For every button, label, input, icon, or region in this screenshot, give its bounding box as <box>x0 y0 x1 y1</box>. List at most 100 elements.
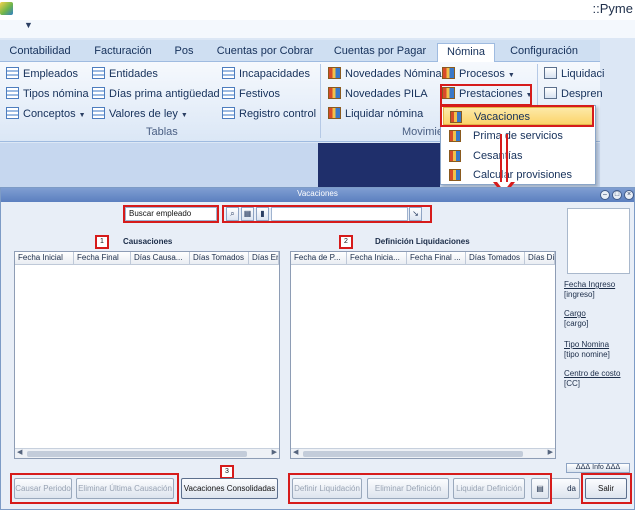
scroll-left-icon[interactable]: ◀ <box>17 448 22 456</box>
scroll-thumb[interactable] <box>303 451 523 457</box>
tab-pos[interactable]: Pos <box>170 43 198 62</box>
menu-item-vacaciones[interactable]: Vacaciones <box>443 107 593 125</box>
menu-item-vacaciones-label: Vacaciones <box>474 111 531 123</box>
scroll-right-icon[interactable]: ▶ <box>548 448 553 456</box>
ribbon-valores-de-ley-label: Valores de ley <box>109 108 178 120</box>
menu-item-cesantias-label: Cesantías <box>473 150 523 162</box>
search-employee-input[interactable] <box>271 207 408 221</box>
vacaciones-consolidadas-button[interactable]: Vacaciones Consolidadas <box>181 478 278 499</box>
select-arrow-icon[interactable]: ↘ <box>409 207 422 221</box>
book-icon <box>450 111 462 123</box>
tab-cuentas-por-pagar[interactable]: Cuentas por Pagar <box>330 43 430 62</box>
eliminar-ultima-causacion-button[interactable]: Eliminar Última Causación <box>76 478 174 499</box>
group-label-movimientos: Movimie <box>402 126 443 138</box>
printer-icon <box>544 67 557 79</box>
column-header[interactable]: Fecha de P... <box>291 252 347 265</box>
printer-icon <box>544 87 557 99</box>
causaciones-grid[interactable]: Fecha Inicial Fecha Final Días Causa... … <box>14 251 280 459</box>
salir-button[interactable]: Salir <box>585 478 627 499</box>
image-icon[interactable]: ▦ <box>241 207 254 221</box>
table-icon <box>92 107 105 119</box>
ribbon-novedades-nomina-button[interactable]: Novedades Nómina <box>328 66 442 83</box>
ribbon-incapacidades-button[interactable]: Incapacidades <box>222 66 310 83</box>
group-divider <box>320 64 321 138</box>
ribbon-liquidar-nomina-label: Liquidar nómina <box>345 108 424 120</box>
table-icon <box>92 87 105 99</box>
liquidaciones-grid[interactable]: Fecha de P... Fecha Inicia... Fecha Fina… <box>290 251 556 459</box>
close-icon[interactable]: × <box>624 190 634 200</box>
ribbon-liquidacion-label: Liquidaci <box>561 68 605 80</box>
column-header[interactable]: Días En <box>249 252 279 265</box>
tab-nomina[interactable]: Nómina <box>437 43 495 62</box>
ribbon-procesos-button[interactable]: Procesos ▼ <box>442 66 515 83</box>
ribbon-valores-de-ley-button[interactable]: Valores de ley ▼ <box>92 106 188 123</box>
ribbon-novedades-pila-button[interactable]: Novedades PILA <box>328 86 428 103</box>
column-header[interactable]: Fecha Inicial <box>15 252 74 265</box>
menu-item-cesantias[interactable]: Cesantías <box>443 147 593 165</box>
app-titlebar: ::Pyme <box>0 0 635 20</box>
liquidar-definicion-button[interactable]: Liquidar Definición <box>453 478 525 499</box>
ribbon-novedades-pila-label: Novedades PILA <box>345 88 428 100</box>
search-icon[interactable]: ⌕ <box>226 207 239 221</box>
ribbon-desprendible-label: Despren <box>561 88 603 100</box>
trash-icon[interactable]: ▮ <box>256 207 269 221</box>
ribbon-procesos-label: Procesos <box>459 68 505 80</box>
qat-dropdown-icon[interactable]: ▼ <box>24 20 33 30</box>
table-icon <box>222 107 235 119</box>
ribbon-liquidar-nomina-button[interactable]: Liquidar nómina <box>328 106 423 123</box>
column-header[interactable]: Días Dis <box>525 252 555 265</box>
tab-configuracion[interactable]: Configuración <box>504 43 584 62</box>
quick-access-toolbar: ▼ <box>0 20 635 38</box>
column-header[interactable]: Fecha Inicia... <box>347 252 407 265</box>
menu-item-calcular-provisiones[interactable]: Calcular provisiones <box>443 166 593 184</box>
printer-icon[interactable]: ▤ <box>531 478 549 499</box>
menu-item-prima-de-servicios[interactable]: Prima de servicios <box>443 127 593 145</box>
group-label-tablas: Tablas <box>146 126 178 138</box>
book-icon <box>449 130 461 142</box>
prestaciones-menu: Vacaciones Prima de servicios Cesantías … <box>440 105 596 185</box>
maximize-icon[interactable]: □ <box>612 190 622 200</box>
annotation-badge-3: 3 <box>220 465 234 479</box>
dialog-title: Vacaciones <box>297 189 338 198</box>
ribbon-dias-prima-antiguedad-button[interactable]: Días prima antigüedad <box>92 86 220 103</box>
scroll-left-icon[interactable]: ◀ <box>293 448 298 456</box>
column-header[interactable]: Fecha Final <box>74 252 131 265</box>
ayuda-button[interactable]: da <box>550 478 580 499</box>
annotation-badge-1: 1 <box>95 235 109 249</box>
tab-contabilidad[interactable]: Contabilidad <box>4 43 76 62</box>
ribbon-tipos-nomina-button[interactable]: Tipos nómina <box>6 86 89 103</box>
eliminar-definicion-button[interactable]: Eliminar Definición <box>367 478 449 499</box>
vacaciones-dialog: Vacaciones – □ × Buscar empleado ⌕ ▦ ▮ ↘… <box>0 187 635 510</box>
scroll-thumb[interactable] <box>27 451 247 457</box>
dialog-titlebar: Vacaciones – □ × <box>1 188 634 202</box>
horizontal-scrollbar[interactable]: ◀ ▶ <box>15 448 279 458</box>
ribbon-entidades-button[interactable]: Entidades <box>92 66 158 83</box>
ribbon-prestaciones-button[interactable]: Prestaciones ▼ <box>442 86 533 103</box>
tab-cuentas-por-cobrar[interactable]: Cuentas por Cobrar <box>214 43 316 62</box>
tipo-nomina-label: Tipo Nomina <box>564 340 610 349</box>
ribbon-conceptos-button[interactable]: Conceptos ▼ <box>6 106 86 123</box>
ribbon-festivos-button[interactable]: Festivos <box>222 86 280 103</box>
minimize-icon[interactable]: – <box>600 190 610 200</box>
ribbon-liquidacion-button[interactable]: Liquidaci <box>544 66 604 83</box>
liquidaciones-title: Definición Liquidaciones <box>375 237 470 246</box>
column-header[interactable]: Días Tomados <box>466 252 525 265</box>
book-icon <box>328 107 341 119</box>
causar-periodo-button[interactable]: Causar Periodo <box>14 478 72 499</box>
scroll-right-icon[interactable]: ▶ <box>272 448 277 456</box>
ribbon-registro-control-button[interactable]: Registro control <box>222 106 316 123</box>
info-toggle[interactable]: ᐃᐃᐃ Info ᐃᐃᐃ <box>566 463 630 473</box>
tipo-nomina-value: [tipo nomine] <box>564 350 610 359</box>
horizontal-scrollbar[interactable]: ◀ ▶ <box>291 448 555 458</box>
ribbon-prestaciones-label: Prestaciones <box>459 88 523 100</box>
ribbon-conceptos-label: Conceptos <box>23 108 76 120</box>
ribbon-empleados-button[interactable]: Empleados <box>6 66 78 83</box>
ribbon-desprendible-button[interactable]: Despren <box>544 86 603 103</box>
chevron-down-icon: ▼ <box>78 112 86 119</box>
column-header[interactable]: Días Tomados <box>190 252 249 265</box>
annotation-badge-2: 2 <box>339 235 353 249</box>
column-header[interactable]: Días Causa... <box>131 252 190 265</box>
definir-liquidacion-button[interactable]: Definir Liquidación <box>292 478 362 499</box>
column-header[interactable]: Fecha Final ... <box>407 252 466 265</box>
tab-facturacion[interactable]: Facturación <box>90 43 156 62</box>
